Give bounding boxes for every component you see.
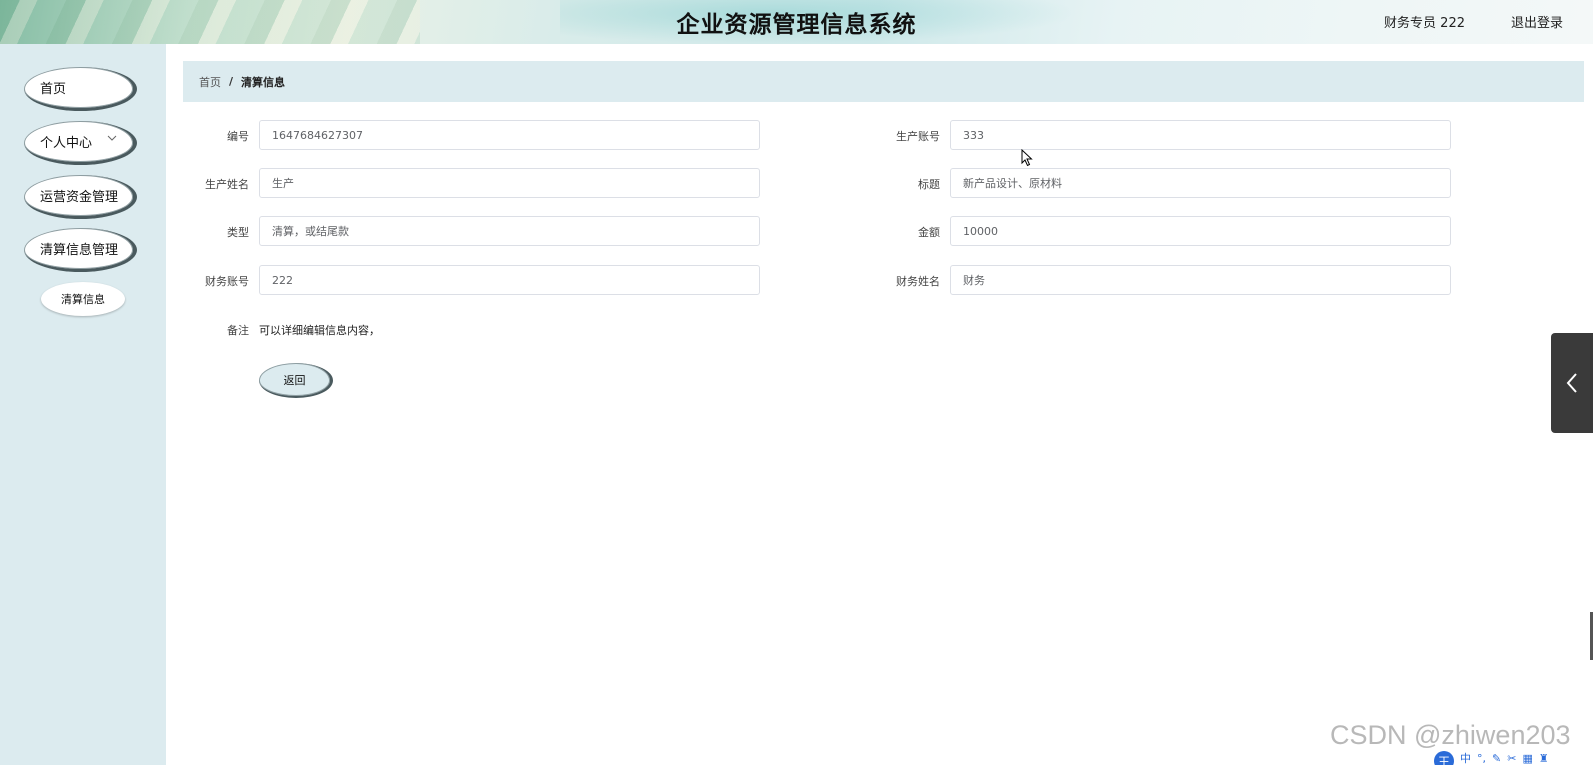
chevron-left-icon <box>1565 371 1579 395</box>
sidebar-item-clearing-management[interactable]: 清算信息管理 <box>24 228 137 272</box>
remark-content: 可以详细编辑信息内容， <box>259 324 380 337</box>
field-label-finance-account: 财务账号 <box>205 275 249 288</box>
field-label-title: 标题 <box>918 178 940 191</box>
breadcrumb-current: 清算信息 <box>241 75 286 89</box>
field-label-id: 编号 <box>227 130 249 143</box>
keyboard-icon[interactable]: ▦ <box>1522 752 1532 765</box>
field-label-type: 类型 <box>227 226 249 239</box>
mouse-cursor-icon <box>1021 148 1033 170</box>
finance-account-field[interactable]: 222 <box>259 265 760 295</box>
breadcrumb-home[interactable]: 首页 <box>199 74 221 90</box>
sidebar-item-operating-funds[interactable]: 运营资金管理 <box>24 175 137 219</box>
pen-icon[interactable]: ✎ <box>1492 752 1501 765</box>
collapse-panel-button[interactable] <box>1551 333 1593 433</box>
sidebar-item-personal-center[interactable]: 个人中心 <box>24 121 137 165</box>
finance-name-field[interactable]: 财务 <box>950 265 1451 295</box>
skin-icon[interactable]: ♜ <box>1539 752 1549 765</box>
field-label-finance-name: 财务姓名 <box>896 275 940 288</box>
punctuation-icon[interactable]: °, <box>1477 752 1486 765</box>
field-label-production-account: 生产账号 <box>896 130 940 143</box>
tools-icon[interactable]: ✂ <box>1507 752 1516 765</box>
field-label-amount: 金额 <box>918 226 940 239</box>
watermark: CSDN @zhiwen203 <box>1330 720 1571 750</box>
sidebar-subitem-clearing-info[interactable]: 清算信息 <box>41 282 125 316</box>
back-button[interactable]: 返回 <box>259 363 333 398</box>
ime-mode[interactable]: 中 <box>1460 750 1471 765</box>
sidebar-item-label: 清算信息管理 <box>40 243 119 258</box>
chevron-down-icon <box>107 134 117 145</box>
app-title: 企业资源管理信息系统 <box>676 12 917 38</box>
field-label-production-name: 生产姓名 <box>205 178 249 191</box>
breadcrumb: 首页 / 清算信息 <box>183 61 1584 102</box>
production-account-field[interactable]: 333 <box>950 120 1451 150</box>
sidebar-item-label: 个人中心 <box>40 136 93 151</box>
logout-link[interactable]: 退出登录 <box>1511 12 1563 31</box>
current-user: 财务专员 222 <box>1384 16 1465 31</box>
title-field[interactable]: 新产品设计、原材料 <box>950 168 1451 198</box>
ime-logo-icon: 王 <box>1434 751 1454 765</box>
field-label-remark: 备注 <box>227 324 249 337</box>
ime-toolbar[interactable]: 王 中 °, ✎ ✂ ▦ ♜ <box>1434 751 1549 765</box>
sidebar-item-home[interactable]: 首页 <box>24 67 137 111</box>
type-field[interactable]: 清算，或结尾款 <box>259 216 760 246</box>
breadcrumb-separator: / <box>229 75 234 88</box>
sidebar-item-label: 首页 <box>40 82 67 97</box>
amount-field[interactable]: 10000 <box>950 216 1451 246</box>
sidebar-item-label: 运营资金管理 <box>40 190 119 205</box>
top-header: 企业资源管理信息系统 财务专员 222 退出登录 <box>0 0 1593 44</box>
production-name-field[interactable]: 生产 <box>259 168 760 198</box>
id-field[interactable]: 1647684627307 <box>259 120 760 150</box>
